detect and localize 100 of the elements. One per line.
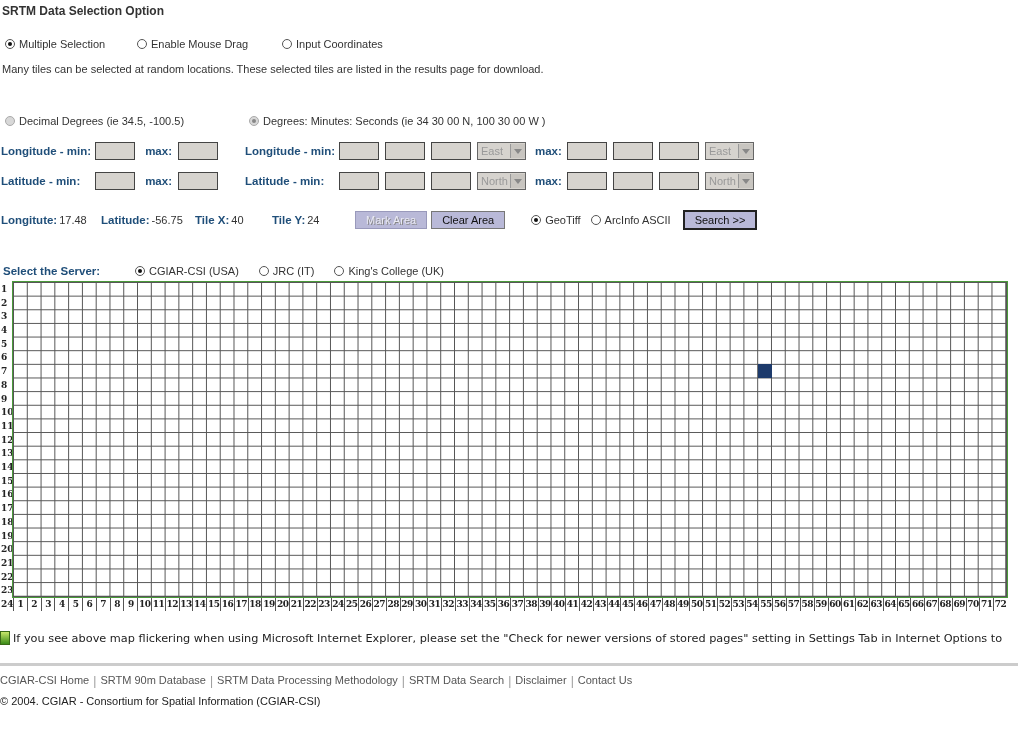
- input-field[interactable]: [339, 172, 379, 190]
- footer-link[interactable]: CGIAR-CSI Home: [0, 674, 90, 688]
- readout-label: Longitute:: [1, 214, 58, 226]
- footer-link[interactable]: SRTM 90m Database: [100, 674, 206, 688]
- column-number: 60: [827, 597, 842, 611]
- radio-button[interactable]: [258, 266, 269, 276]
- column-number: 48: [661, 597, 676, 611]
- readout-label: Tile X:: [195, 214, 230, 226]
- column-number: 24: [330, 597, 345, 611]
- column-number: 54: [744, 597, 759, 611]
- input-field[interactable]: [567, 142, 607, 160]
- column-number: 53: [730, 597, 745, 611]
- radio-label[interactable]: JRC (IT): [272, 265, 315, 277]
- column-number: 2: [26, 597, 41, 611]
- input-field[interactable]: [339, 142, 379, 160]
- input-field[interactable]: [95, 142, 135, 160]
- column-number: 38: [523, 597, 538, 611]
- note-icon: [0, 631, 10, 645]
- column-number: 23: [316, 597, 331, 611]
- column-number: 64: [882, 597, 897, 611]
- column-number: 17: [233, 597, 248, 611]
- row-number: 1: [1, 282, 9, 296]
- input-field[interactable]: [178, 172, 218, 190]
- field-label: max:: [144, 145, 172, 157]
- column-number: 49: [675, 597, 690, 611]
- footer-link[interactable]: SRTM Data Search: [409, 674, 505, 688]
- column-number: 30: [413, 597, 428, 611]
- column-number: 25: [344, 597, 359, 611]
- input-field[interactable]: [178, 142, 218, 160]
- search-button[interactable]: Search >>: [682, 210, 758, 230]
- column-number: 28: [385, 597, 400, 611]
- radio-button[interactable]: [334, 266, 345, 276]
- column-number: 27: [371, 597, 386, 611]
- input-field[interactable]: [659, 172, 699, 190]
- input-field[interactable]: [613, 142, 653, 160]
- footer-link[interactable]: SRTM Data Processing Methodology: [217, 674, 398, 688]
- link-separator: |: [93, 674, 97, 688]
- column-number: 41: [565, 597, 579, 611]
- radio-button[interactable]: [135, 266, 145, 276]
- readout-label: Tile Y:: [272, 214, 306, 226]
- readout-value: 24: [307, 214, 320, 226]
- column-number: 69: [951, 597, 966, 611]
- column-number: 46: [634, 597, 649, 611]
- column-number: 57: [786, 597, 800, 611]
- radio-button[interactable]: [5, 39, 15, 49]
- radio-label[interactable]: Multiple Selection: [19, 38, 106, 50]
- column-number: 56: [772, 597, 787, 611]
- selected-tile[interactable]: [757, 364, 772, 378]
- field-label: Latitude - min:: [245, 175, 326, 187]
- column-number: 12: [164, 597, 179, 611]
- area-button[interactable]: Clear Area: [431, 211, 506, 229]
- radio-label[interactable]: CGIAR-CSI (USA): [149, 265, 239, 277]
- radio-button[interactable]: [590, 215, 601, 225]
- column-number: 35: [482, 597, 497, 611]
- link-separator: |: [570, 674, 574, 688]
- radio-label[interactable]: GeoTiff: [545, 214, 581, 226]
- column-number: 18: [247, 597, 262, 611]
- input-field[interactable]: [567, 172, 607, 190]
- link-separator: |: [508, 674, 512, 688]
- column-number: 50: [689, 597, 704, 611]
- column-number: 36: [496, 597, 510, 611]
- column-number: 8: [109, 597, 124, 611]
- column-number: 26: [358, 597, 372, 611]
- link-separator: |: [209, 674, 214, 688]
- radio-label[interactable]: Input Coordinates: [296, 38, 383, 50]
- column-number: 31: [427, 597, 441, 611]
- column-number: 58: [799, 597, 814, 611]
- input-field[interactable]: [385, 172, 425, 190]
- field-label: max:: [144, 175, 172, 187]
- field-label: Longitude - min:: [245, 145, 337, 157]
- readout-value: 17.48: [59, 214, 87, 226]
- input-field[interactable]: [95, 172, 135, 190]
- column-number: 43: [592, 597, 607, 611]
- radio-button[interactable]: [531, 215, 542, 225]
- column-number: 63: [868, 597, 883, 611]
- footer-link[interactable]: Disclaimer: [515, 674, 567, 688]
- radio-button[interactable]: [282, 39, 292, 49]
- radio-label[interactable]: Enable Mouse Drag: [151, 38, 249, 50]
- field-label: max:: [535, 145, 563, 157]
- column-number: 13: [178, 597, 193, 611]
- column-number: 39: [537, 597, 552, 611]
- input-field[interactable]: [659, 142, 699, 160]
- input-field[interactable]: [431, 142, 471, 160]
- readout-label: Latitude:: [101, 214, 150, 226]
- map-placeholder[interactable]: [13, 282, 1007, 598]
- column-number: 55: [758, 597, 773, 611]
- row-number: 21: [1, 557, 13, 570]
- radio-label[interactable]: King's College (UK): [348, 265, 445, 277]
- radio-label[interactable]: ArcInfo ASCII: [604, 214, 671, 226]
- column-number: 15: [206, 597, 221, 611]
- footer-link[interactable]: Contact Us: [577, 674, 633, 688]
- column-number: 7: [95, 597, 110, 611]
- column-number: 14: [192, 597, 207, 611]
- input-field[interactable]: [385, 142, 425, 160]
- radio-button[interactable]: [137, 39, 147, 49]
- input-field[interactable]: [613, 172, 653, 190]
- input-field[interactable]: [431, 172, 471, 190]
- readout-value: -56.75: [151, 214, 183, 226]
- column-number: 10: [137, 597, 152, 611]
- readout-value: 40: [231, 214, 244, 226]
